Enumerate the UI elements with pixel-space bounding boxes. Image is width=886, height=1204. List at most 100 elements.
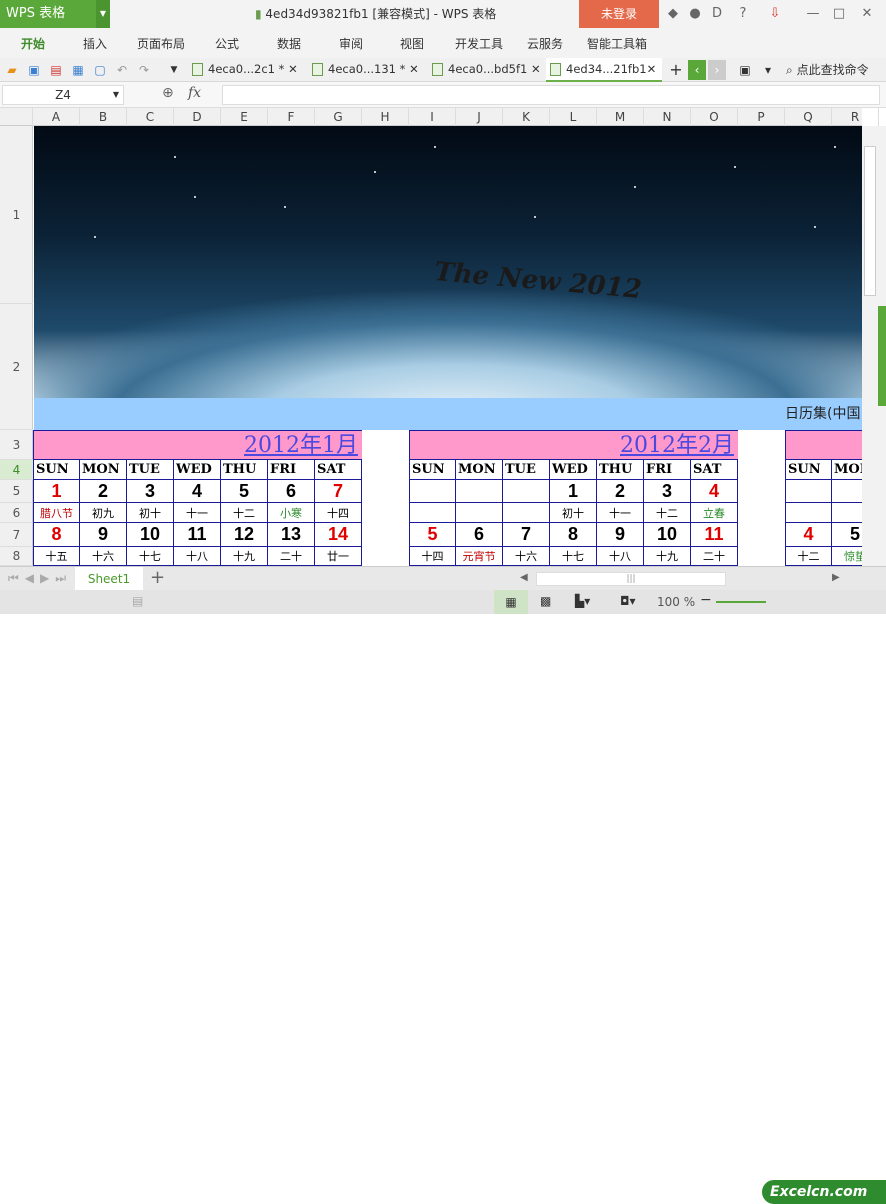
weekday-header[interactable]: THU [597, 460, 644, 480]
weekday-header[interactable]: THU [221, 460, 268, 480]
column-header[interactable]: G [315, 108, 362, 126]
column-header[interactable]: N [644, 108, 691, 126]
row-header[interactable]: 2 [0, 304, 33, 430]
weekday-header[interactable]: MON [456, 460, 503, 480]
formula-input[interactable] [222, 85, 880, 105]
day-cell[interactable]: 6 [456, 523, 503, 547]
day-cell[interactable]: 2 [597, 480, 644, 503]
print-icon[interactable]: ▦ [69, 60, 87, 80]
row-header[interactable]: 7 [0, 523, 33, 547]
lunar-date-cell[interactable]: 初十 [127, 503, 174, 523]
column-header[interactable]: C [127, 108, 174, 126]
lunar-date-cell[interactable]: 十八 [597, 547, 644, 566]
window-icon[interactable]: ▣ [736, 60, 754, 80]
column-header[interactable]: O [691, 108, 738, 126]
sheet-tab[interactable]: Sheet1 [75, 567, 143, 591]
day-cell[interactable] [503, 480, 550, 503]
day-cell[interactable] [409, 480, 456, 503]
menu-cloud[interactable]: 云服务 [527, 28, 563, 58]
day-cell[interactable]: 3 [644, 480, 691, 503]
column-header[interactable]: K [503, 108, 550, 126]
column-header[interactable]: J [456, 108, 503, 126]
doc-tab[interactable]: 4eca0...131 * ✕ [308, 58, 426, 82]
command-search[interactable]: ⌕ 点此查找命令 [786, 60, 869, 80]
wps-menu-button[interactable]: WPS 表格 ▼ [0, 0, 110, 28]
column-header[interactable]: L [550, 108, 597, 126]
export-pdf-icon[interactable]: ▤ [47, 60, 65, 80]
weekday-header[interactable]: FRI [268, 460, 315, 480]
new-tab-icon[interactable]: + [667, 60, 685, 80]
day-cell[interactable]: 2 [80, 480, 127, 503]
lunar-date-cell[interactable]: 立春 [691, 503, 738, 523]
day-cell[interactable]: 7 [503, 523, 550, 547]
day-cell[interactable]: 11 [691, 523, 738, 547]
row-header[interactable]: 1 [0, 126, 33, 304]
lunar-date-cell[interactable]: 十一 [174, 503, 221, 523]
column-header[interactable]: B [80, 108, 127, 126]
column-header[interactable]: F [268, 108, 315, 126]
day-cell[interactable] [456, 480, 503, 503]
row-header[interactable]: 4 [0, 460, 33, 480]
help-icon[interactable]: ? [734, 0, 752, 28]
menu-insert[interactable]: 插入 [83, 28, 107, 58]
close-tab-icon[interactable]: ✕ [647, 62, 657, 76]
column-header[interactable]: M [597, 108, 644, 126]
tab-next-icon[interactable]: › [708, 60, 726, 80]
weekday-header[interactable]: SAT [691, 460, 738, 480]
normal-view-icon[interactable]: ▦ [494, 590, 528, 614]
weekday-header[interactable]: WED [174, 460, 221, 480]
row-header[interactable]: 3 [0, 430, 33, 460]
download-icon[interactable]: ⇩ [766, 0, 784, 28]
day-cell[interactable] [785, 480, 832, 503]
weekday-header[interactable]: SUN [33, 460, 80, 480]
day-cell[interactable]: 4 [174, 480, 221, 503]
day-cell[interactable]: 3 [127, 480, 174, 503]
pin-icon[interactable]: ▾ [759, 60, 777, 80]
menu-developer[interactable]: 开发工具 [455, 28, 503, 58]
lunar-date-cell[interactable] [503, 503, 550, 523]
day-cell[interactable]: 11 [174, 523, 221, 547]
close-tab-icon[interactable]: ✕ [288, 62, 298, 76]
day-cell[interactable]: 8 [550, 523, 597, 547]
lunar-date-cell[interactable]: 十二 [785, 547, 832, 566]
scroll-thumb[interactable] [864, 146, 876, 296]
zoom-out-icon[interactable]: − [700, 592, 712, 608]
lunar-date-cell[interactable]: 十二 [644, 503, 691, 523]
day-cell[interactable]: 5 [409, 523, 456, 547]
scroll-right-icon[interactable]: ▶ [832, 572, 840, 583]
zoom-formula-icon[interactable]: ⊕ [162, 85, 174, 101]
doc-tab-active[interactable]: 4ed34...21fb1✕ [546, 58, 662, 82]
eye-protect-icon[interactable]: ◘▾ [620, 594, 636, 608]
row-header[interactable]: 6 [0, 503, 33, 523]
lunar-date-cell[interactable]: 十八 [174, 547, 221, 566]
day-cell[interactable]: 10 [644, 523, 691, 547]
weekday-header[interactable]: SAT [315, 460, 362, 480]
close-tab-icon[interactable]: ✕ [531, 62, 541, 76]
lunar-date-cell[interactable]: 十五 [33, 547, 80, 566]
lunar-date-cell[interactable] [832, 503, 862, 523]
doc-tab[interactable]: 4eca0...bd5f1 ✕ [428, 58, 544, 82]
settings-icon[interactable]: ● [686, 0, 704, 28]
lunar-date-cell[interactable] [456, 503, 503, 523]
lunar-date-cell[interactable]: 十一 [597, 503, 644, 523]
save-icon[interactable]: ▣ [25, 60, 43, 80]
lunar-date-cell[interactable]: 十四 [409, 547, 456, 566]
lunar-date-cell[interactable] [409, 503, 456, 523]
column-header[interactable]: Q [785, 108, 832, 126]
day-cell[interactable] [832, 480, 862, 503]
weekday-header[interactable]: TUE [127, 460, 174, 480]
menu-view[interactable]: 视图 [400, 28, 424, 58]
weekday-header[interactable]: SUN [409, 460, 456, 480]
function-icon[interactable]: fx [188, 85, 201, 101]
column-header[interactable]: H [362, 108, 409, 126]
lunar-date-cell[interactable]: 十七 [127, 547, 174, 566]
macro-icon[interactable]: ▤ [132, 594, 143, 608]
lunar-date-cell[interactable]: 十二 [221, 503, 268, 523]
weekday-header[interactable]: WED [550, 460, 597, 480]
day-cell[interactable]: 4 [691, 480, 738, 503]
menu-formulas[interactable]: 公式 [215, 28, 239, 58]
day-cell[interactable]: 5 [832, 523, 862, 547]
lunar-date-cell[interactable] [785, 503, 832, 523]
column-header[interactable]: E [221, 108, 268, 126]
lunar-date-cell[interactable]: 廿一 [315, 547, 362, 566]
